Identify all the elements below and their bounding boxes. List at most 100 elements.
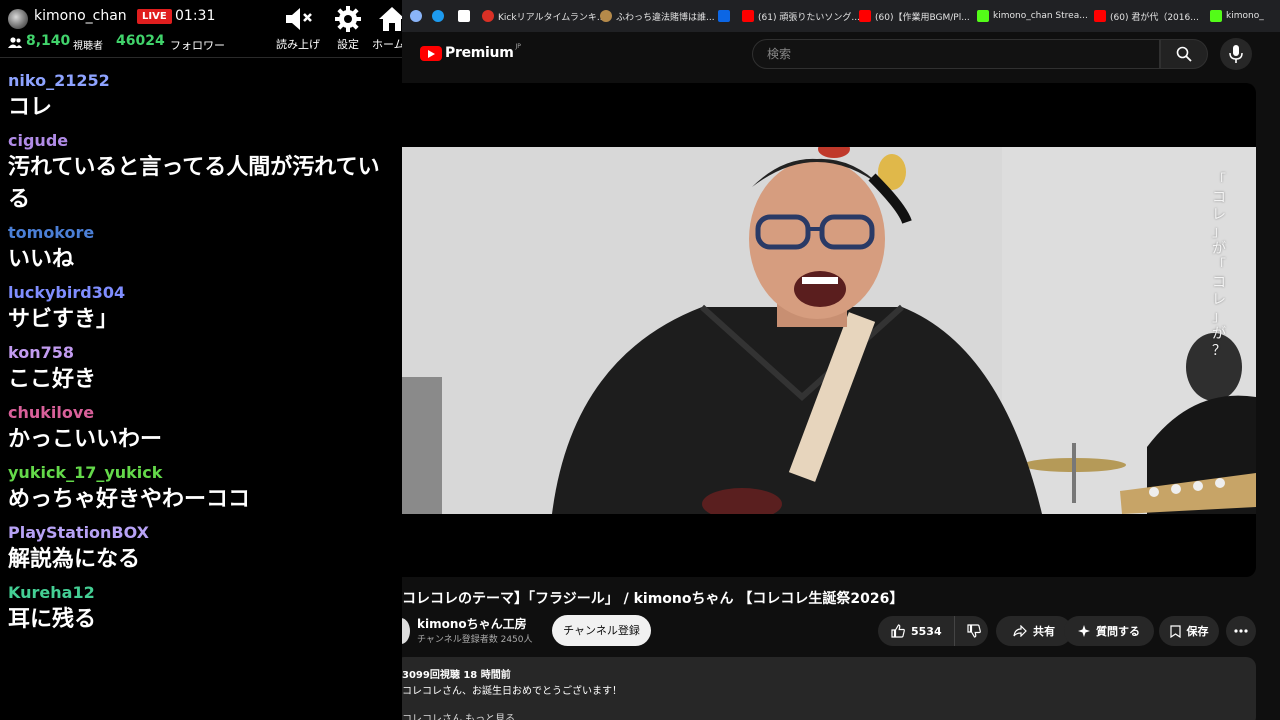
- chat-text: かっこいいわー: [8, 427, 163, 452]
- bookmark-item[interactable]: [410, 8, 426, 24]
- bookmark-item[interactable]: [718, 8, 734, 24]
- home-label: ホーム: [372, 38, 402, 51]
- bookmark-item[interactable]: kimono_chan Strea...: [977, 8, 1088, 24]
- subscribe-button[interactable]: チャンネル登録: [552, 615, 651, 646]
- bookmark-item[interactable]: ふわっち違法賭博は誰...: [600, 8, 715, 24]
- chat-message: yukick_17_yukick めっちゃ好きやわーココ: [0, 462, 402, 516]
- bookmark-label: kimono_chan Strea...: [993, 11, 1088, 21]
- chat-message: tomokore いいね: [0, 222, 402, 276]
- show-more-link[interactable]: コレコレさん もっと見る: [402, 710, 515, 720]
- sparkle-icon: [1078, 625, 1090, 637]
- caption-glyph: 」: [1212, 309, 1226, 325]
- stream-chat-panel: kimono_chan LIVE 01:31 8,140 視聴者 46024 フ…: [0, 0, 402, 720]
- youtube-icon: [1094, 10, 1106, 22]
- home-button[interactable]: ホーム: [372, 6, 402, 54]
- caption-glyph: コ: [1212, 190, 1226, 206]
- description-text: コレコレさん、お誕生日おめでとうございます！: [402, 686, 622, 697]
- search-button[interactable]: [1160, 39, 1208, 69]
- read-aloud-label: 読み上げ: [276, 38, 320, 51]
- chat-username[interactable]: tomokore: [8, 222, 388, 244]
- bluesky-icon: [432, 10, 444, 22]
- globe-icon: [410, 10, 422, 22]
- thumbs-up-icon: [891, 624, 905, 638]
- chat-username[interactable]: cigude: [8, 130, 388, 152]
- brand-name: Premium: [445, 45, 514, 61]
- video-title: コレコレのテーマ】「フラジール」 / kimonoちゃん 【コレコレ生誕祭202…: [402, 591, 904, 607]
- viewer-label: 視聴者: [73, 41, 103, 52]
- youtube-masthead: Premium JP 検索: [402, 32, 1280, 78]
- chat-message: chukilove かっこいいわー: [0, 402, 402, 456]
- live-badge: LIVE: [137, 9, 172, 24]
- kick-icon: [977, 10, 989, 22]
- channel-name[interactable]: kimono_chan: [34, 8, 127, 24]
- dislike-button[interactable]: [961, 616, 988, 646]
- like-dislike-group: 5534: [878, 616, 988, 646]
- avatar[interactable]: [8, 9, 28, 29]
- x-icon: [458, 10, 470, 22]
- bookmark-label: Kickリアルタイムランキ...: [498, 12, 606, 23]
- kick-ranking-icon: [482, 10, 494, 22]
- search-icon: [1176, 46, 1192, 62]
- like-count: 5534: [911, 624, 942, 638]
- bookmark-item[interactable]: [458, 8, 474, 24]
- channel-name-link[interactable]: kimonoちゃん工房: [417, 615, 527, 632]
- chat-message: kon758 ここ好き: [0, 342, 402, 396]
- speaker-mute-icon: [286, 8, 312, 30]
- follower-count: 46024: [116, 33, 165, 49]
- settings-button[interactable]: 設定: [325, 6, 371, 54]
- bookmark-item[interactable]: (60) 君が代（2016...: [1094, 8, 1199, 24]
- bookmark-label: ふわっち違法賭博は誰...: [616, 12, 715, 23]
- caption-glyph: レ: [1212, 292, 1226, 308]
- ask-button[interactable]: 質問する: [1064, 616, 1154, 646]
- chat-message-list: niko_21252 コレ cigude 汚れていると言ってる人間が汚れている tomo…: [0, 70, 402, 642]
- video-player[interactable]: 「コレ」が「コレ」が？: [402, 83, 1256, 577]
- chat-message: PlayStationBOX 解説為になる: [0, 522, 402, 576]
- viewer-count: 8,140: [26, 33, 71, 49]
- caption-glyph: レ: [1212, 207, 1226, 223]
- bookmark-icon: [1169, 624, 1181, 638]
- bookmark-item[interactable]: [432, 8, 448, 24]
- caption-glyph: コ: [1212, 275, 1226, 291]
- bookmark-item[interactable]: kimono_: [1210, 8, 1264, 24]
- chat-username[interactable]: chukilove: [8, 402, 388, 424]
- chat-username[interactable]: kon758: [8, 342, 388, 364]
- scrollbar-track[interactable]: [1264, 83, 1280, 563]
- bookmark-item[interactable]: (61) 頑張りたいソング...: [742, 8, 860, 24]
- chat-text: コレ: [8, 95, 53, 120]
- youtube-premium-logo[interactable]: Premium JP: [420, 42, 521, 61]
- chat-username[interactable]: Kureha12: [8, 582, 388, 604]
- share-icon: [1013, 625, 1027, 637]
- video-scene: [402, 147, 1256, 514]
- bookmark-label: (60) 君が代（2016...: [1110, 12, 1199, 23]
- caption-glyph: 」: [1212, 224, 1226, 240]
- bookmark-label: kimono_: [1226, 11, 1264, 21]
- region-code: JP: [515, 42, 521, 50]
- bookmark-item[interactable]: (60)【作業用BGM/Pl...: [859, 8, 970, 24]
- chat-username[interactable]: niko_21252: [8, 70, 388, 92]
- chat-text: いいね: [8, 247, 75, 272]
- chat-username[interactable]: yukick_17_yukick: [8, 462, 388, 484]
- video-frame[interactable]: 「コレ」が「コレ」が？: [402, 147, 1256, 514]
- chat-username[interactable]: luckybird304: [8, 282, 388, 304]
- search-input[interactable]: 検索: [752, 39, 1160, 69]
- chat-text: 汚れていると言ってる人間が汚れている: [8, 155, 380, 212]
- video-side-caption: 「コレ」が「コレ」が？: [1210, 173, 1228, 360]
- more-actions-button[interactable]: [1226, 616, 1256, 646]
- bookmark-label: (61) 頑張りたいソング...: [758, 12, 860, 23]
- youtube-play-icon: [420, 45, 442, 61]
- like-button[interactable]: 5534: [878, 616, 955, 646]
- view-count-meta: 3099回視聴 18 時間前: [402, 670, 511, 681]
- share-label: 共有: [1033, 625, 1055, 638]
- chat-username[interactable]: PlayStationBOX: [8, 522, 388, 544]
- stream-time: 01:31: [175, 8, 216, 24]
- caption-glyph: が: [1212, 326, 1226, 342]
- bookmark-item[interactable]: Kickリアルタイムランキ...: [482, 8, 605, 24]
- bookmark-label: (60)【作業用BGM/Pl...: [875, 12, 970, 23]
- voice-search-button[interactable]: [1220, 38, 1252, 70]
- read-aloud-button[interactable]: 読み上げ: [275, 6, 321, 54]
- chat-text: 解説為になる: [8, 547, 141, 572]
- channel-avatar[interactable]: [402, 618, 410, 644]
- share-button[interactable]: 共有: [996, 616, 1072, 646]
- save-button[interactable]: 保存: [1159, 616, 1219, 646]
- thumbs-down-icon: [967, 624, 982, 638]
